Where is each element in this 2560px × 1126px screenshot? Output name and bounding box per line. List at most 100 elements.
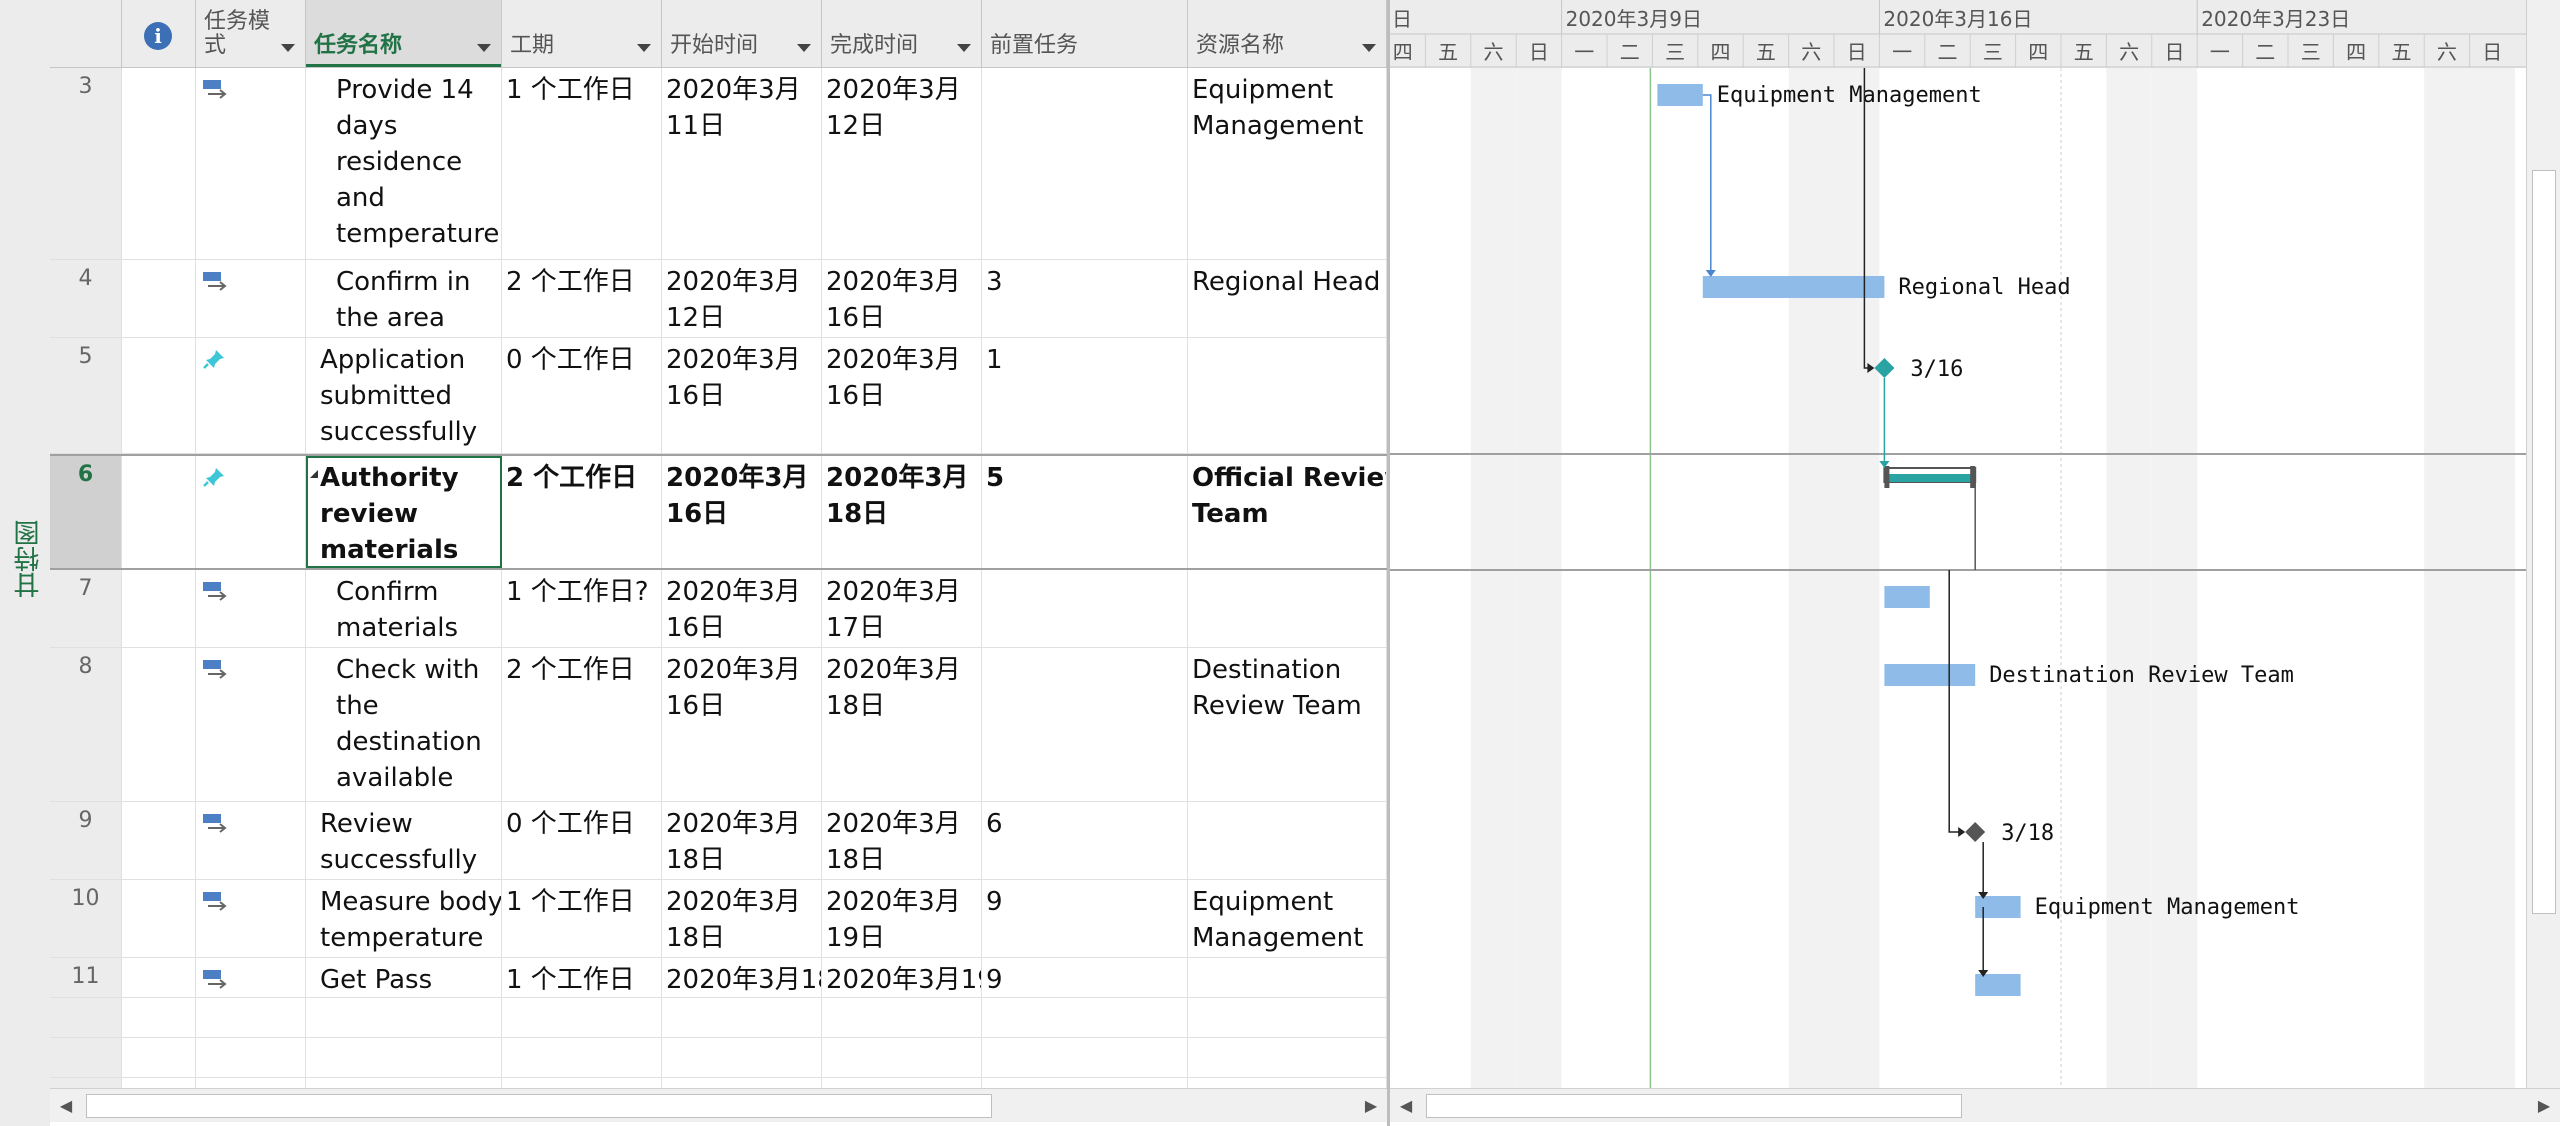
- row-id[interactable]: 7: [50, 570, 122, 647]
- info-cell[interactable]: [122, 648, 196, 801]
- finish-cell[interactable]: 2020年3月 16日: [822, 260, 982, 337]
- select-all-corner[interactable]: [50, 0, 122, 68]
- table-horizontal-scrollbar[interactable]: ◀ ▶: [50, 1088, 1387, 1122]
- view-bar[interactable]: 甘特图: [0, 0, 50, 1126]
- predecessors-cell[interactable]: 9: [982, 880, 1188, 957]
- table-row[interactable]: 9 Review successfully 0 个工作日 2020年3月 18日 202…: [50, 802, 1387, 880]
- empty-cell[interactable]: [196, 1078, 306, 1088]
- resources-cell[interactable]: [1188, 802, 1387, 879]
- finish-cell[interactable]: 2020年3月 18日: [822, 648, 982, 801]
- duration-cell[interactable]: 2 个工作日: [502, 648, 662, 801]
- finish-cell[interactable]: 2020年3月19: [822, 958, 982, 997]
- scroll-right-icon[interactable]: ▶: [2534, 1096, 2554, 1116]
- empty-cell[interactable]: [50, 1078, 122, 1088]
- empty-cell[interactable]: [662, 1078, 822, 1088]
- chevron-down-icon[interactable]: [477, 44, 491, 52]
- empty-row[interactable]: [50, 998, 1387, 1038]
- predecessors-cell[interactable]: [982, 648, 1188, 801]
- duration-cell[interactable]: 2 个工作日: [502, 456, 662, 568]
- info-cell[interactable]: [122, 260, 196, 337]
- task-name-cell[interactable]: Get Pass: [306, 958, 502, 997]
- predecessors-cell[interactable]: 5: [982, 456, 1188, 568]
- duration-cell[interactable]: 0 个工作日: [502, 802, 662, 879]
- empty-cell[interactable]: [982, 1078, 1188, 1088]
- predecessors-cell[interactable]: 9: [982, 958, 1188, 997]
- empty-cell[interactable]: [50, 998, 122, 1037]
- empty-cell[interactable]: [1188, 998, 1387, 1037]
- finish-cell[interactable]: 2020年3月 18日: [822, 456, 982, 568]
- empty-cell[interactable]: [196, 1038, 306, 1077]
- chevron-down-icon[interactable]: [797, 44, 811, 52]
- resources-cell[interactable]: Official Review Team: [1188, 456, 1387, 568]
- mode-cell[interactable]: [196, 880, 306, 957]
- mode-cell[interactable]: [196, 338, 306, 453]
- empty-cell[interactable]: [196, 998, 306, 1037]
- table-row[interactable]: 11 Get Pass 1 个工作日 2020年3月18 2020年3月19 9: [50, 958, 1387, 998]
- resources-cell[interactable]: [1188, 338, 1387, 453]
- resources-cell[interactable]: Equipment Management: [1188, 880, 1387, 957]
- info-cell[interactable]: [122, 570, 196, 647]
- table-row[interactable]: 10 Measure body temperature 1 个工作日 2020年3月 …: [50, 880, 1387, 958]
- start-cell[interactable]: 2020年3月 12日: [662, 260, 822, 337]
- mode-cell[interactable]: [196, 260, 306, 337]
- info-cell[interactable]: [122, 338, 196, 453]
- empty-cell[interactable]: [662, 1038, 822, 1077]
- task-name-cell[interactable]: Check with the destination available: [306, 648, 502, 801]
- info-cell[interactable]: [122, 802, 196, 879]
- duration-cell[interactable]: 2 个工作日: [502, 260, 662, 337]
- start-cell[interactable]: 2020年3月 16日: [662, 456, 822, 568]
- task-name-cell[interactable]: Authority review materials: [306, 456, 502, 568]
- row-id[interactable]: 8: [50, 648, 122, 801]
- row-id[interactable]: 6: [50, 456, 122, 568]
- empty-cell[interactable]: [306, 998, 502, 1037]
- table-row[interactable]: 6 Authority review materials 2 个工作日 2020年3月…: [50, 454, 1387, 570]
- duration-cell[interactable]: 0 个工作日: [502, 338, 662, 453]
- collapse-triangle-icon[interactable]: [310, 470, 318, 478]
- empty-row[interactable]: [50, 1078, 1387, 1088]
- col-header-name[interactable]: 任务名称: [306, 0, 502, 68]
- predecessors-cell[interactable]: 3: [982, 260, 1188, 337]
- finish-cell[interactable]: 2020年3月 12日: [822, 68, 982, 259]
- task-name-cell[interactable]: Application submitted successfully: [306, 338, 502, 453]
- empty-cell[interactable]: [822, 1038, 982, 1077]
- empty-cell[interactable]: [1188, 1078, 1387, 1088]
- empty-cell[interactable]: [662, 998, 822, 1037]
- predecessors-cell[interactable]: [982, 570, 1188, 647]
- row-id[interactable]: 5: [50, 338, 122, 453]
- col-header-start[interactable]: 开始时间: [662, 0, 822, 68]
- vertical-scrollbar[interactable]: [2526, 0, 2560, 1088]
- empty-cell[interactable]: [306, 1038, 502, 1077]
- gantt-scroll-thumb[interactable]: [1426, 1094, 1962, 1118]
- mode-cell[interactable]: [196, 648, 306, 801]
- resources-cell[interactable]: Equipment Management: [1188, 68, 1387, 259]
- row-id[interactable]: 4: [50, 260, 122, 337]
- finish-cell[interactable]: 2020年3月 18日: [822, 802, 982, 879]
- empty-cell[interactable]: [502, 1038, 662, 1077]
- table-scroll-thumb[interactable]: [86, 1094, 992, 1118]
- start-cell[interactable]: 2020年3月 16日: [662, 338, 822, 453]
- chevron-down-icon[interactable]: [957, 44, 971, 52]
- task-name-cell[interactable]: Measure body temperature: [306, 880, 502, 957]
- col-header-predecessors[interactable]: 前置任务: [982, 0, 1188, 68]
- col-header-finish[interactable]: 完成时间: [822, 0, 982, 68]
- mode-cell[interactable]: [196, 802, 306, 879]
- predecessors-cell[interactable]: 6: [982, 802, 1188, 879]
- row-id[interactable]: 11: [50, 958, 122, 997]
- info-cell[interactable]: [122, 880, 196, 957]
- start-cell[interactable]: 2020年3月 11日: [662, 68, 822, 259]
- resources-cell[interactable]: [1188, 958, 1387, 997]
- empty-cell[interactable]: [306, 1078, 502, 1088]
- start-cell[interactable]: 2020年3月 18日: [662, 802, 822, 879]
- chevron-down-icon[interactable]: [281, 44, 295, 52]
- duration-cell[interactable]: 1 个工作日?: [502, 570, 662, 647]
- empty-cell[interactable]: [822, 998, 982, 1037]
- mode-cell[interactable]: [196, 570, 306, 647]
- table-row[interactable]: 4 Confirm in the area 2 个工作日 2020年3月 12日 202…: [50, 260, 1387, 338]
- finish-cell[interactable]: 2020年3月 16日: [822, 338, 982, 453]
- resources-cell[interactable]: [1188, 570, 1387, 647]
- chevron-down-icon[interactable]: [637, 44, 651, 52]
- task-name-cell[interactable]: Confirm materials: [306, 570, 502, 647]
- mode-cell[interactable]: [196, 958, 306, 997]
- finish-cell[interactable]: 2020年3月 17日: [822, 570, 982, 647]
- duration-cell[interactable]: 1 个工作日: [502, 880, 662, 957]
